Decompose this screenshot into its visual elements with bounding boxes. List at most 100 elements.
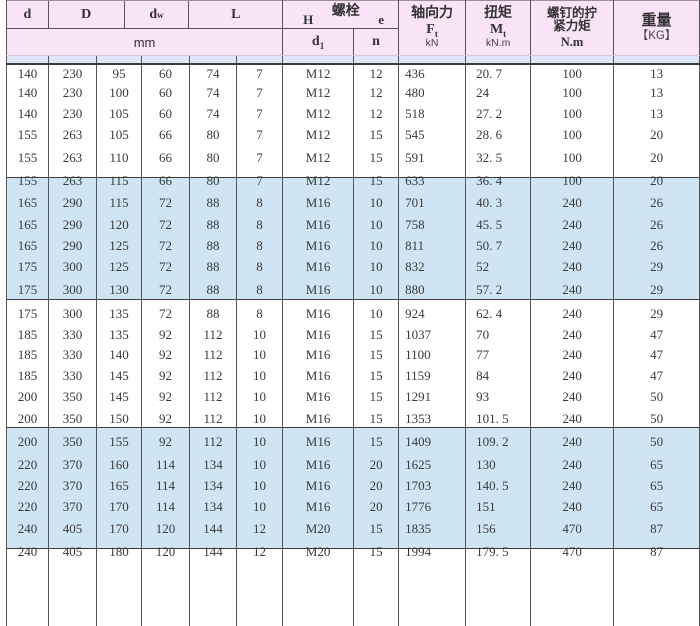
cell: 36. 4 — [466, 170, 531, 192]
cell: 134 — [190, 454, 237, 475]
cell: 1353 — [399, 407, 466, 430]
cell: 72 — [142, 214, 190, 235]
cell: 93 — [466, 386, 531, 407]
cell: 24 — [466, 82, 531, 103]
cell: M16 — [283, 344, 354, 365]
cell: 155 — [7, 145, 49, 170]
cell: 15 — [354, 325, 399, 344]
table-row: 2003501509211210M16151353101. 524050 — [7, 407, 700, 430]
table-row: 14023010560747M121251827. 210013 — [7, 103, 700, 124]
cell: 110 — [97, 145, 142, 170]
cell: 175 — [7, 256, 49, 277]
cell: 15 — [354, 386, 399, 407]
cell: 290 — [49, 214, 97, 235]
cell: 8 — [237, 192, 283, 214]
table-row: 14023010060747M12124802410013 — [7, 82, 700, 103]
cell: 220 — [7, 475, 49, 496]
cell: 160 — [97, 454, 142, 475]
cell: 28. 6 — [466, 124, 531, 145]
cell: 200 — [7, 386, 49, 407]
cell — [7, 563, 49, 626]
cell: 92 — [142, 386, 190, 407]
table-row: 2003501559211210M16151409109. 224050 — [7, 430, 700, 454]
cell: 20 — [614, 170, 700, 192]
table-row: 15526311066807M121559132. 510020 — [7, 145, 700, 170]
cell: 330 — [49, 344, 97, 365]
cell: 134 — [190, 475, 237, 496]
table-row: 15526310566807M121554528. 610020 — [7, 124, 700, 145]
cell: 7 — [237, 103, 283, 124]
cell: 27. 2 — [466, 103, 531, 124]
cell: 145 — [97, 386, 142, 407]
cell: 10 — [354, 192, 399, 214]
cell: 120 — [142, 517, 190, 541]
cell: 240 — [531, 325, 614, 344]
cell: 8 — [237, 256, 283, 277]
cell: 66 — [142, 124, 190, 145]
cell: 13 — [614, 103, 700, 124]
col-header-axial-force: 轴向力 Ft kN — [399, 1, 466, 56]
cell: 155 — [7, 124, 49, 145]
cell: 65 — [614, 454, 700, 475]
cell: 72 — [142, 302, 190, 325]
cell: 370 — [49, 496, 97, 517]
cell: 15 — [354, 407, 399, 430]
cell: 436 — [399, 64, 466, 82]
cell: 220 — [7, 496, 49, 517]
cell: 10 — [237, 430, 283, 454]
cell: 185 — [7, 344, 49, 365]
cell: 12 — [237, 517, 283, 541]
cell: M16 — [283, 235, 354, 256]
cell: 155 — [97, 430, 142, 454]
cell: 290 — [49, 192, 97, 214]
cell: 924 — [399, 302, 466, 325]
cell: 240 — [7, 517, 49, 541]
cell: 95 — [97, 64, 142, 82]
cell: 240 — [531, 496, 614, 517]
cell: 60 — [142, 64, 190, 82]
cell: 165 — [7, 192, 49, 214]
table-row: 17530013072888M161088057. 224029 — [7, 277, 700, 302]
cell: 170 — [97, 496, 142, 517]
cell: M16 — [283, 430, 354, 454]
cell: 112 — [190, 365, 237, 386]
cell: 155 — [7, 170, 49, 192]
cell: 112 — [190, 386, 237, 407]
cell: 144 — [190, 517, 237, 541]
cell: 405 — [49, 517, 97, 541]
cell: 10 — [237, 454, 283, 475]
cell: 10 — [237, 325, 283, 344]
cell: 66 — [142, 170, 190, 192]
table-row: 24040517012014412M2015183515647087 — [7, 517, 700, 541]
header-row-1: d D dw L H 螺栓 e 轴向力 Ft kN — [7, 1, 700, 29]
cell: M16 — [283, 325, 354, 344]
cell: 88 — [190, 256, 237, 277]
cell: M16 — [283, 192, 354, 214]
cell: 240 — [531, 235, 614, 256]
cell: M16 — [283, 407, 354, 430]
cell: 115 — [97, 170, 142, 192]
cell: 20 — [614, 124, 700, 145]
cell: 87 — [614, 541, 700, 563]
cell: 240 — [531, 256, 614, 277]
cell: M12 — [283, 124, 354, 145]
cell: 15 — [354, 124, 399, 145]
cell: 112 — [190, 325, 237, 344]
cell: 114 — [142, 475, 190, 496]
cell: 10 — [354, 214, 399, 235]
cell — [531, 563, 614, 626]
cell: 185 — [7, 365, 49, 386]
cell: 10 — [237, 475, 283, 496]
cell: 263 — [49, 170, 97, 192]
cell: M12 — [283, 82, 354, 103]
cell: 134 — [190, 496, 237, 517]
cell: 13 — [614, 64, 700, 82]
cell: 7 — [237, 82, 283, 103]
cell: M12 — [283, 103, 354, 124]
cell: 13 — [614, 82, 700, 103]
cell: M16 — [283, 214, 354, 235]
cell: 112 — [190, 430, 237, 454]
empty-row — [7, 563, 700, 626]
cell: 230 — [49, 64, 97, 82]
cell: 300 — [49, 302, 97, 325]
